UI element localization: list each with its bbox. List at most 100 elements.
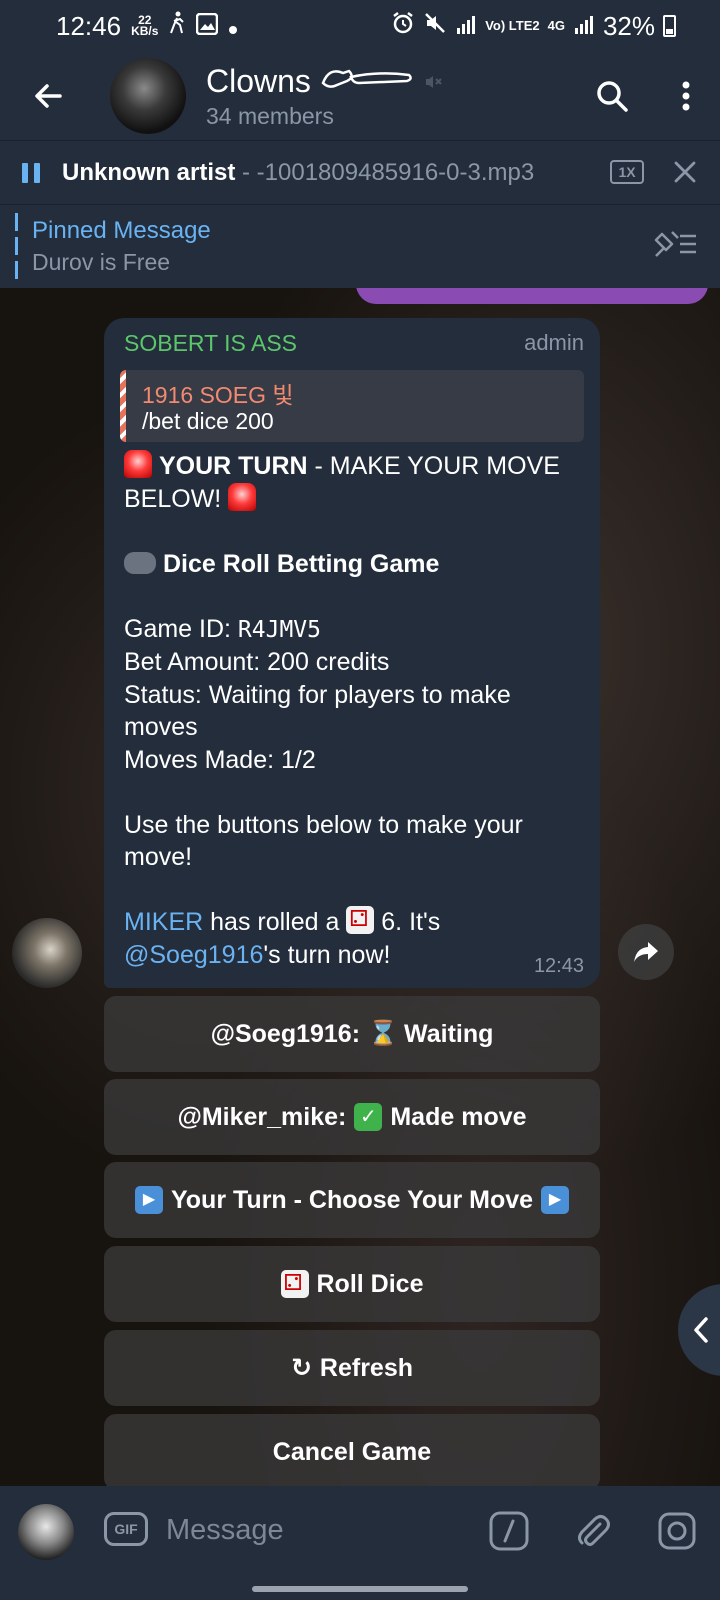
track-separator: - <box>235 158 257 186</box>
sender-avatar[interactable] <box>12 918 82 988</box>
reply-author: 1916 SOEG 빛 <box>142 382 294 408</box>
made-move-button[interactable]: @Miker_mike: ✓ Made move <box>104 1079 600 1155</box>
play-icon: ▶ <box>541 1186 570 1214</box>
made-label: Made move <box>390 1102 527 1131</box>
pin-list-icon <box>654 231 696 257</box>
refresh-icon: ↻ <box>290 1354 312 1382</box>
refresh-button[interactable]: ↻ Refresh <box>104 1330 600 1406</box>
back-button[interactable] <box>0 52 96 140</box>
own-message-bubble[interactable] <box>356 288 708 304</box>
hourglass-icon: ⌛ <box>368 1020 398 1047</box>
search-icon <box>597 81 628 112</box>
dice-icon <box>280 1270 309 1298</box>
status-bar: 12:46 22 KB/s Vo) LTE2 4G 32% <box>0 0 720 52</box>
roll-text: has rolled a <box>203 908 347 936</box>
pointing-hand-icon <box>319 63 415 101</box>
battery-level: 32% <box>602 10 655 41</box>
dot-icon <box>228 11 238 42</box>
close-icon <box>674 161 696 183</box>
search-button[interactable] <box>572 52 652 140</box>
lte-label: Vo) LTE2 <box>485 18 540 33</box>
home-gesture-handle[interactable] <box>252 1586 468 1592</box>
group-avatar[interactable] <box>110 58 186 134</box>
send-as-avatar[interactable] <box>18 1504 74 1560</box>
game-id-value: R4JMV5 <box>237 616 322 643</box>
siren-icon <box>124 450 152 478</box>
battery-icon <box>663 15 676 37</box>
instructions: Use the buttons below to make your move! <box>124 810 523 872</box>
made-user: @Miker_mike: <box>177 1102 347 1131</box>
pause-icon[interactable] <box>22 162 40 183</box>
track-info[interactable]: Unknown artist - -1001809485916-0-3.mp3 <box>62 159 534 187</box>
bet-amount: Bet Amount: 200 credits <box>124 648 390 676</box>
cancel-label: Cancel Game <box>272 1437 432 1466</box>
message-input-bar: GIF <box>0 1486 720 1576</box>
signal-icon-2 <box>573 11 595 42</box>
pinned-list-button[interactable] <box>652 226 698 265</box>
check-icon: ✓ <box>354 1103 383 1131</box>
message-bubble[interactable]: SOBERT IS ASS admin 1916 SOEG 빛 /bet dic… <box>104 318 600 988</box>
network-speed-unit: KB/s <box>131 24 159 38</box>
share-icon <box>634 942 658 962</box>
game-title: Dice Roll Betting Game <box>162 549 440 578</box>
camera-button[interactable] <box>654 1508 700 1554</box>
pinned-text: Durov is Free <box>32 249 171 275</box>
your-turn-button[interactable]: ▶ Your Turn - Choose Your Move ▶ <box>104 1162 600 1238</box>
turn-text: 's turn now! <box>263 940 391 969</box>
playback-speed-button[interactable]: 1X <box>610 160 644 184</box>
more-vertical-icon <box>682 81 690 111</box>
siren-icon <box>228 482 257 511</box>
reply-text: /bet dice 200 <box>142 408 274 434</box>
back-arrow-icon <box>35 84 62 108</box>
game-status: Status: Waiting for players to make move… <box>124 680 511 742</box>
paperclip-icon <box>578 1515 610 1546</box>
gamepad-icon <box>124 551 156 574</box>
muted-icon <box>423 63 443 100</box>
alarm-icon <box>391 11 415 42</box>
turn-heading: YOUR TURN <box>158 452 308 480</box>
signal-icon <box>455 11 477 42</box>
roll-value: 6. It's <box>374 908 441 936</box>
chevron-left-icon <box>694 1317 708 1343</box>
dice-icon <box>346 906 375 934</box>
reply-preview[interactable]: 1916 SOEG 빛 /bet dice 200 <box>120 370 584 442</box>
system-navigation-bar <box>0 1576 720 1600</box>
message-input[interactable] <box>166 1508 466 1552</box>
waiting-label: Waiting <box>404 1019 494 1048</box>
roll-dice-button[interactable]: Roll Dice <box>104 1246 600 1322</box>
status-time: 12:46 <box>56 10 122 41</box>
waiting-user: @Soeg1916: <box>210 1019 361 1048</box>
forward-button[interactable] <box>618 924 674 980</box>
commands-button[interactable] <box>486 1508 532 1554</box>
track-filename: -1001809485916-0-3.mp3 <box>256 158 535 186</box>
refresh-label: Refresh <box>319 1353 414 1382</box>
track-artist: Unknown artist <box>62 158 236 186</box>
walking-icon <box>168 11 186 42</box>
chat-title: Clowns <box>206 63 311 99</box>
sender-role: admin <box>524 330 584 355</box>
audio-player-bar[interactable]: Unknown artist - -1001809485916-0-3.mp3 … <box>0 140 720 204</box>
mention-miker[interactable]: MIKER <box>124 908 203 936</box>
more-options-button[interactable] <box>652 52 720 140</box>
cancel-game-button[interactable]: Cancel Game <box>104 1414 600 1490</box>
member-count: 34 members <box>206 102 334 129</box>
chat-info[interactable]: Clowns 34 members <box>206 63 572 130</box>
network-speed: 22 KB/s <box>131 14 159 38</box>
pinned-indicator <box>15 213 18 279</box>
attach-button[interactable] <box>570 1508 616 1554</box>
pinned-title: Pinned Message <box>32 217 211 244</box>
play-icon: ▶ <box>134 1186 163 1214</box>
mention-soeg[interactable]: @Soeg1916 <box>124 941 263 969</box>
your-turn-label: Your Turn - Choose Your Move <box>170 1185 534 1214</box>
network-type: 4G <box>547 18 565 33</box>
slash-command-icon <box>489 1511 529 1551</box>
waiting-status-button[interactable]: @Soeg1916: ⌛ Waiting <box>104 996 600 1072</box>
close-player-button[interactable] <box>668 155 702 189</box>
message-time: 12:43 <box>533 955 584 977</box>
pinned-message-bar[interactable]: Pinned Message Durov is Free <box>0 204 720 288</box>
message-sender[interactable]: SOBERT IS ASS <box>124 330 297 357</box>
moves-made: Moves Made: 1/2 <box>124 745 316 774</box>
game-id-label: Game ID: <box>124 614 238 643</box>
gif-button[interactable]: GIF <box>104 1512 148 1546</box>
instant-camera-icon <box>658 1512 696 1550</box>
